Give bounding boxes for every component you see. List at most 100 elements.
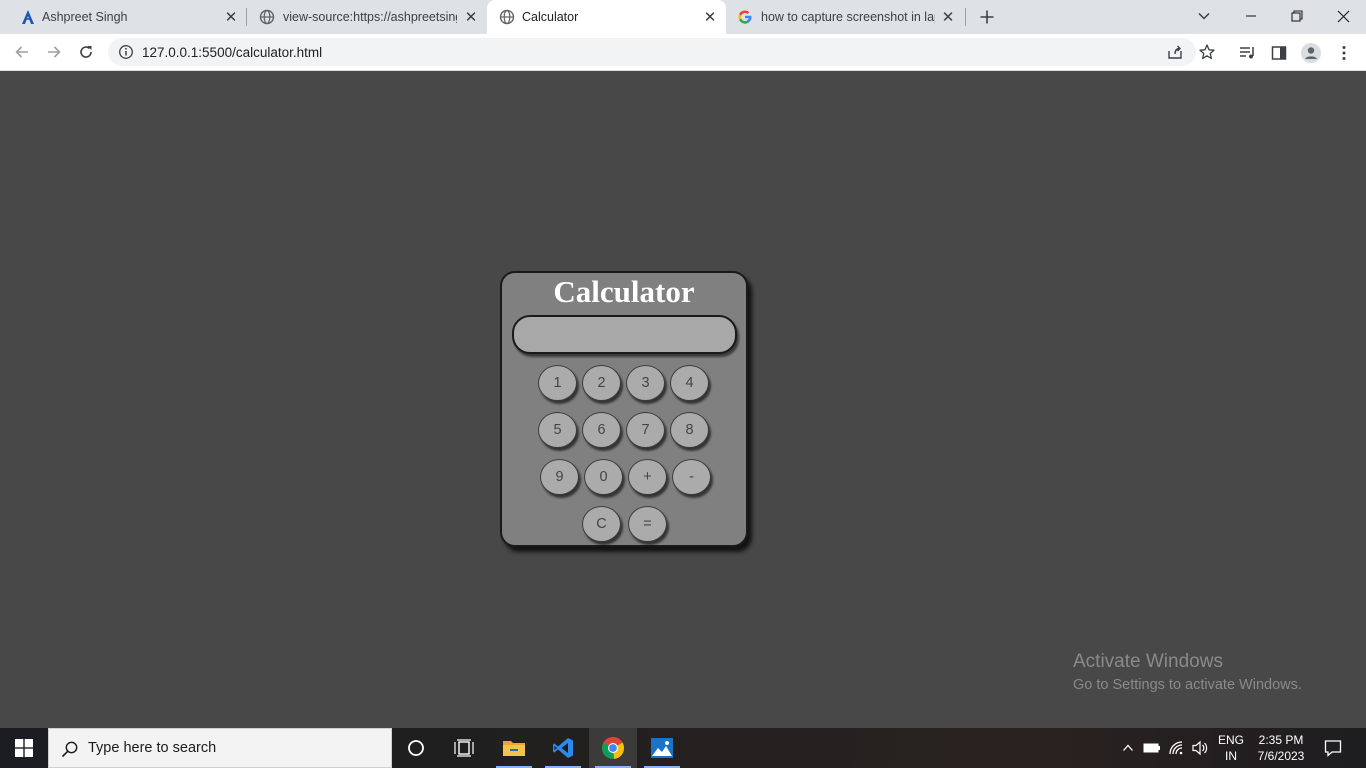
globe-icon [259, 9, 275, 25]
key-1[interactable]: 1 [538, 365, 577, 401]
key-equals[interactable]: = [628, 506, 667, 542]
tab-title: Ashpreet Singh [42, 10, 128, 24]
restore-button[interactable] [1284, 4, 1310, 28]
chevron-down-icon [1198, 12, 1210, 20]
menu-button[interactable] [1334, 43, 1354, 63]
taskbar: Type here to search ENG IN 2:35 PM 7/6/2… [0, 728, 1366, 768]
key-9[interactable]: 9 [540, 459, 579, 495]
google-g-icon [738, 10, 752, 24]
battery-icon [1143, 743, 1160, 753]
photos-icon [651, 738, 673, 758]
clock-time: 2:35 PM [1258, 733, 1304, 747]
arrow-left-icon [15, 46, 28, 58]
vscode-icon [553, 738, 573, 758]
profile-button[interactable] [1301, 43, 1321, 63]
wifi-icon [1169, 741, 1183, 755]
tab-title: Calculator [522, 10, 579, 24]
tab-google-search[interactable]: how to capture screenshot in lap ✕ [727, 0, 965, 34]
share-icon[interactable] [1166, 43, 1184, 61]
tab-close-icon[interactable]: ✕ [463, 9, 479, 26]
taskbar-photos[interactable] [638, 728, 686, 768]
tab-calculator[interactable]: Calculator ✕ [487, 0, 726, 34]
tab-close-icon[interactable]: ✕ [940, 9, 956, 26]
url-text[interactable]: 127.0.0.1:5500/calculator.html [142, 45, 322, 60]
activate-windows-watermark: Activate Windows Go to Settings to activ… [1073, 651, 1302, 696]
taskbar-search-box[interactable]: Type here to search [48, 728, 392, 768]
tray-volume[interactable] [1190, 738, 1210, 758]
key-4[interactable]: 4 [670, 365, 709, 401]
task-view-icon [454, 739, 474, 757]
restore-icon [1291, 10, 1303, 22]
clock-date: 7/6/2023 [1257, 749, 1305, 763]
tray-battery[interactable] [1142, 738, 1162, 758]
minimize-button[interactable] [1238, 4, 1264, 28]
address-bar[interactable]: 127.0.0.1:5500/calculator.html [108, 38, 1215, 66]
watermark-subtitle: Go to Settings to activate Windows. [1073, 677, 1302, 693]
notification-center-button[interactable] [1323, 738, 1343, 758]
key-6[interactable]: 6 [582, 412, 621, 448]
calculator-title: Calculator [553, 274, 695, 309]
close-window-button[interactable] [1330, 4, 1356, 28]
taskbar-file-explorer[interactable] [490, 728, 538, 768]
chevron-up-icon [1123, 744, 1133, 751]
avatar-icon [1301, 43, 1321, 63]
taskbar-vscode[interactable] [539, 728, 587, 768]
browser-toolbar: 127.0.0.1:5500/calculator.html [0, 34, 1366, 71]
playlist-icon [1240, 47, 1254, 59]
tray-overflow-button[interactable] [1118, 738, 1138, 758]
key-0[interactable]: 0 [584, 459, 623, 495]
tab-search-button[interactable] [1191, 4, 1217, 28]
clock[interactable]: 2:35 PM 7/6/2023 [1252, 732, 1310, 764]
arrow-right-icon [48, 46, 61, 58]
calculator-panel: Calculator 1 2 3 4 5 6 7 8 9 0 + - C = [500, 271, 748, 547]
key-clear[interactable]: C [582, 506, 621, 542]
info-icon[interactable] [118, 44, 134, 60]
tab-view-source[interactable]: view-source:https://ashpreetsing ✕ [247, 0, 486, 34]
forward-button[interactable] [42, 41, 66, 63]
start-button[interactable] [0, 728, 48, 768]
side-panel-button[interactable] [1269, 43, 1289, 63]
reload-icon [80, 46, 92, 58]
key-8[interactable]: 8 [670, 412, 709, 448]
tab-strip: Ashpreet Singh ✕ view-source:https://ash… [0, 0, 1366, 34]
plus-icon [980, 10, 994, 24]
tab-close-icon[interactable]: ✕ [223, 9, 239, 26]
notification-icon [1324, 740, 1342, 757]
windows-logo-icon [15, 739, 33, 757]
region-text: IN [1225, 749, 1237, 763]
key-minus[interactable]: - [672, 459, 711, 495]
reload-button[interactable] [74, 41, 98, 63]
tab-close-icon[interactable]: ✕ [702, 9, 718, 26]
tray-network[interactable] [1167, 738, 1187, 758]
calculator-display[interactable] [512, 315, 737, 354]
search-placeholder: Type here to search [88, 740, 217, 756]
taskbar-chrome[interactable] [589, 728, 637, 768]
a-logo-icon [22, 10, 34, 24]
reading-list-button[interactable] [1237, 43, 1257, 63]
key-7[interactable]: 7 [626, 412, 665, 448]
key-plus[interactable]: + [628, 459, 667, 495]
star-icon[interactable] [1198, 43, 1216, 61]
task-view-button[interactable] [440, 728, 488, 768]
back-button[interactable] [10, 41, 34, 63]
cortana-button[interactable] [392, 728, 440, 768]
tab-separator [965, 8, 966, 26]
cortana-circle-icon [408, 740, 424, 756]
search-icon [61, 741, 78, 758]
chrome-icon [601, 737, 625, 760]
new-tab-button[interactable] [976, 6, 998, 28]
key-3[interactable]: 3 [626, 365, 665, 401]
key-2[interactable]: 2 [582, 365, 621, 401]
key-5[interactable]: 5 [538, 412, 577, 448]
minimize-icon [1246, 15, 1256, 17]
kebab-menu-icon [1342, 46, 1346, 60]
tab-title: how to capture screenshot in lap [761, 10, 935, 24]
page-viewport: Calculator 1 2 3 4 5 6 7 8 9 0 + - C = A… [0, 71, 1366, 728]
folder-icon [503, 741, 525, 756]
language-indicator[interactable]: ENG IN [1213, 732, 1249, 764]
globe-icon [499, 9, 515, 25]
tab-ashpreet-singh[interactable]: Ashpreet Singh ✕ [0, 0, 246, 34]
close-icon [1337, 10, 1349, 22]
language-text: ENG [1217, 733, 1244, 747]
side-panel-icon [1271, 46, 1287, 60]
